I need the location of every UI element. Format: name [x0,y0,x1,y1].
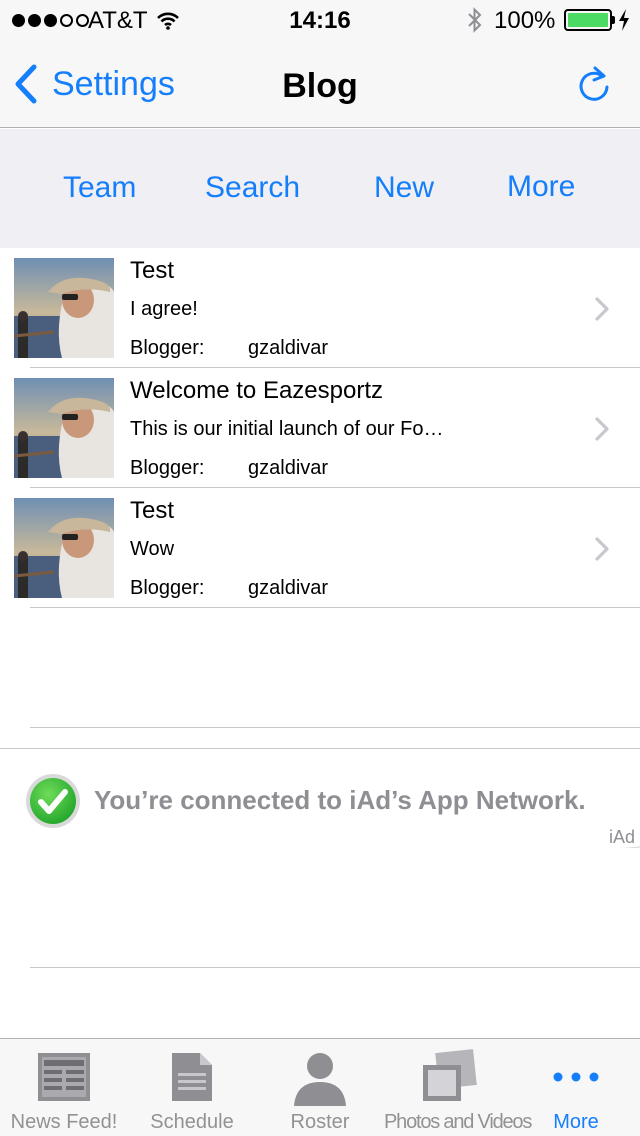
blog-post-list: Test I agree! Blogger: gzaldivar Welcome… [0,248,640,608]
more-dots-icon [512,1049,640,1105]
tab-news-feed[interactable]: News Feed! [0,1039,128,1136]
search-button[interactable]: Search [205,171,300,205]
back-button-label: Settings [52,64,175,103]
tab-label: More [553,1111,599,1133]
chevron-right-icon [594,536,610,567]
blogger-avatar [14,258,114,358]
charging-bolt-icon [618,8,630,39]
document-icon [128,1049,256,1105]
tab-schedule[interactable]: Schedule [128,1039,256,1136]
tab-roster[interactable]: Roster [256,1039,384,1136]
checkmark-icon [24,772,82,835]
tab-label: News Feed! [10,1111,118,1133]
chevron-right-icon [594,296,610,327]
empty-row [0,848,640,968]
refresh-icon [579,66,609,101]
back-button[interactable]: Settings [14,64,175,104]
bluetooth-icon [466,6,484,41]
post-title: Test [130,497,175,524]
empty-row [0,608,640,728]
tab-bar: News Feed! Schedule Roster Photos and Vi… [0,1038,640,1136]
blog-post-row[interactable]: Welcome to Eazesportz This is our initia… [0,368,640,488]
post-title: Test [130,257,175,284]
chevron-right-icon [594,416,610,447]
battery-percent: 100% [494,7,556,34]
more-button[interactable]: More [507,170,575,204]
post-summary: Wow [130,538,175,560]
blogger-avatar [14,498,114,598]
iad-banner[interactable]: You’re connected to iAd’s App Network. i… [0,748,640,848]
status-bar: AT&T 14:16 100% [0,0,640,40]
blogger-label: Blogger: [130,337,205,359]
iad-label: iAd [609,827,636,847]
navigation-bar: Settings Blog [0,40,640,128]
tab-label: Schedule [150,1111,234,1133]
team-button[interactable]: Team [63,171,136,205]
tab-more[interactable]: More [512,1039,640,1136]
blogger-name: gzaldivar [248,337,329,359]
tab-label: Photos and Videos [384,1111,532,1133]
photos-icon [384,1049,512,1105]
post-title: Welcome to Eazesportz [130,377,383,404]
post-summary: This is our initial launch of our Fo… [130,418,444,440]
battery-icon [564,9,612,31]
post-summary: I agree! [130,298,198,320]
blog-post-row[interactable]: Test I agree! Blogger: gzaldivar [0,248,640,368]
blog-toolbar: Team Search New More [0,129,640,248]
tab-photos-and-videos[interactable]: Photos and Videos [384,1039,532,1136]
newspaper-icon [0,1049,128,1105]
blogger-avatar [14,378,114,478]
tab-label: Roster [290,1111,350,1133]
person-icon [256,1049,384,1106]
refresh-button[interactable] [576,64,612,104]
blogger-label: Blogger: [130,457,205,479]
blogger-name: gzaldivar [248,577,329,599]
blog-post-row[interactable]: Test Wow Blogger: gzaldivar [0,488,640,608]
blogger-label: Blogger: [130,577,205,599]
chevron-left-icon [15,64,37,104]
blogger-name: gzaldivar [248,457,329,479]
iad-message: You’re connected to iAd’s App Network. [94,785,586,815]
new-button[interactable]: New [374,171,434,205]
